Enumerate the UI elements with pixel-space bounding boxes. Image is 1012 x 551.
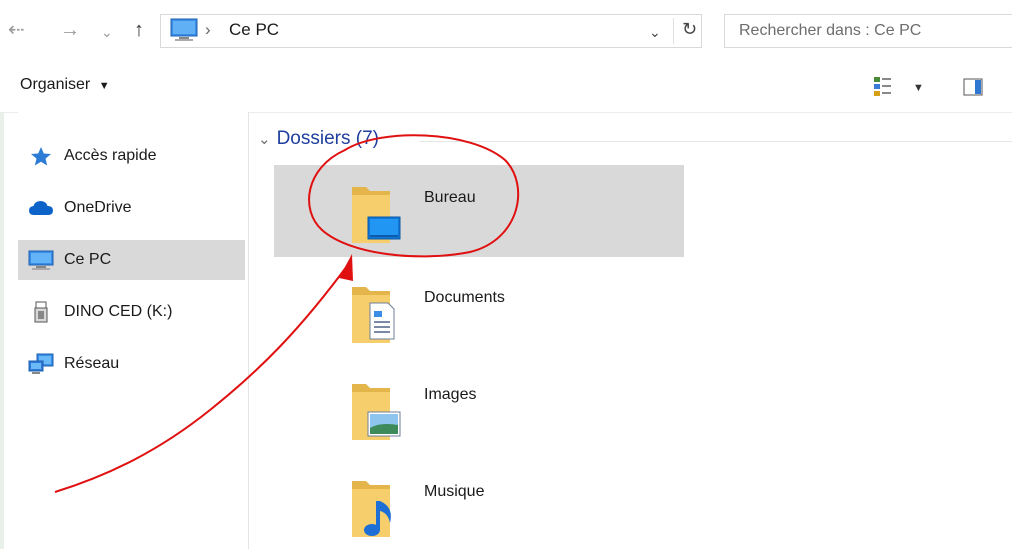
annotation-arrow — [54, 261, 351, 493]
annotation-arrowhead — [339, 254, 353, 281]
annotation-overlay — [54, 134, 520, 493]
annotation-circle — [308, 134, 520, 258]
